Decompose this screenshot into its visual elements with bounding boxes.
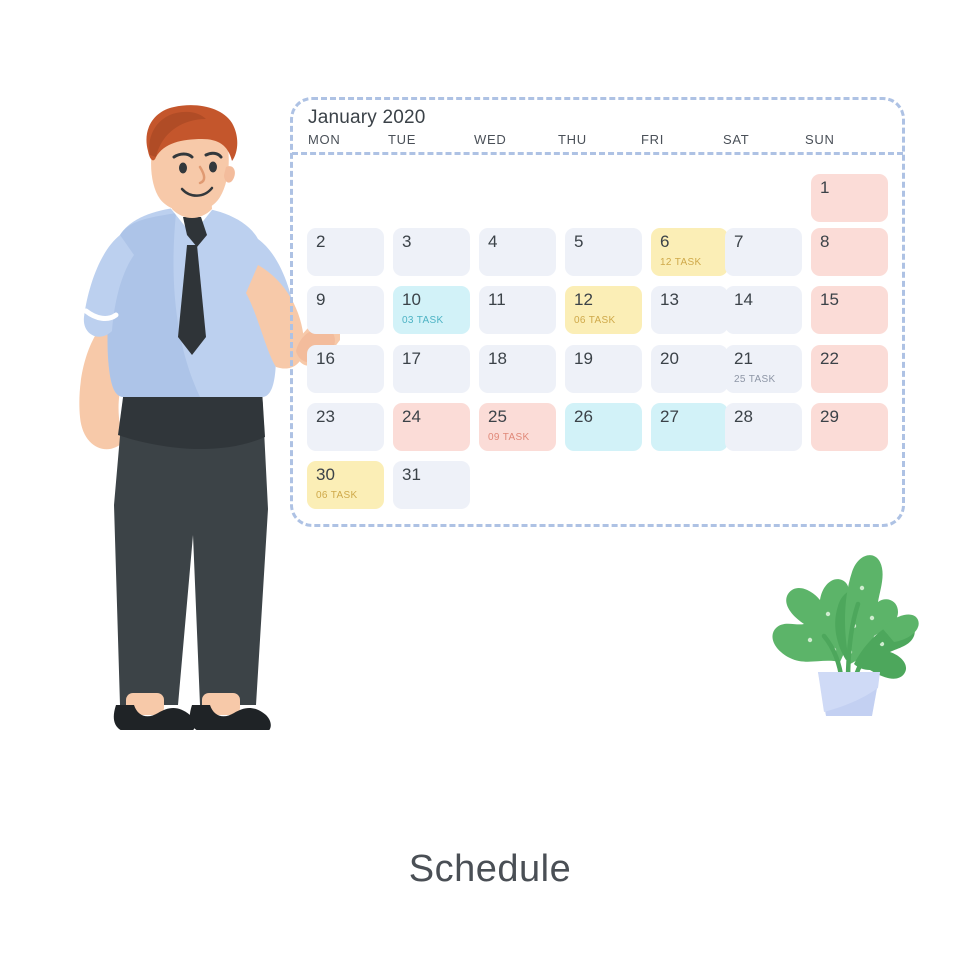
calendar-day-cell[interactable]: 21 25 TASK xyxy=(725,345,802,393)
calendar-day-cell[interactable]: 31 xyxy=(393,461,470,509)
calendar-day-cell[interactable]: 25 09 TASK xyxy=(479,403,556,451)
calendar-day-cell[interactable]: 9 xyxy=(307,286,384,334)
calendar-day-number: 24 xyxy=(402,407,421,426)
calendar-day-header-sun: SUN xyxy=(805,132,835,147)
calendar-day-cell[interactable]: 14 xyxy=(725,286,802,334)
calendar-day-number: 29 xyxy=(820,407,839,426)
calendar-day-header-mon: MON xyxy=(308,132,341,147)
calendar-day-number: 7 xyxy=(734,232,744,251)
calendar-day-cell[interactable]: 1 xyxy=(811,174,888,222)
calendar-day-number: 4 xyxy=(488,232,498,251)
calendar-day-task-count: 09 TASK xyxy=(488,432,530,443)
calendar-header-divider xyxy=(292,152,903,155)
calendar-day-cell[interactable]: 12 06 TASK xyxy=(565,286,642,334)
calendar-day-cell[interactable]: 8 xyxy=(811,228,888,276)
calendar-day-number: 9 xyxy=(316,290,326,309)
calendar-day-cell[interactable]: 17 xyxy=(393,345,470,393)
potted-plant-illustration xyxy=(772,555,919,716)
calendar-day-cell[interactable]: 28 xyxy=(725,403,802,451)
calendar-day-number: 18 xyxy=(488,349,507,368)
calendar-day-cell[interactable]: 29 xyxy=(811,403,888,451)
calendar-day-cell[interactable]: 13 xyxy=(651,286,728,334)
calendar-day-header-tue: TUE xyxy=(388,132,417,147)
calendar-day-number: 17 xyxy=(402,349,421,368)
calendar-day-number: 1 xyxy=(820,178,830,197)
calendar-day-cell[interactable]: 2 xyxy=(307,228,384,276)
calendar-month-title: January 2020 xyxy=(308,107,426,128)
calendar-day-header-thu: THU xyxy=(558,132,587,147)
calendar-day-number: 26 xyxy=(574,407,593,426)
calendar-day-number: 2 xyxy=(316,232,326,251)
calendar-day-number: 6 xyxy=(660,232,670,251)
calendar-day-number: 22 xyxy=(820,349,839,368)
calendar-day-header-wed: WED xyxy=(474,132,507,147)
calendar-day-cell[interactable]: 23 xyxy=(307,403,384,451)
calendar-day-number: 12 xyxy=(574,290,593,309)
calendar-day-number: 31 xyxy=(402,465,421,484)
calendar-day-number: 10 xyxy=(402,290,421,309)
calendar-day-cell[interactable]: 7 xyxy=(725,228,802,276)
calendar-day-task-count: 03 TASK xyxy=(402,315,444,326)
calendar-day-number: 30 xyxy=(316,465,335,484)
calendar-day-task-count: 06 TASK xyxy=(316,490,358,501)
calendar-day-cell[interactable]: 24 xyxy=(393,403,470,451)
calendar-day-cell[interactable]: 19 xyxy=(565,345,642,393)
calendar-day-number: 27 xyxy=(660,407,679,426)
calendar-day-number: 20 xyxy=(660,349,679,368)
calendar-day-cell[interactable]: 5 xyxy=(565,228,642,276)
calendar-day-number: 19 xyxy=(574,349,593,368)
calendar-day-number: 8 xyxy=(820,232,830,251)
calendar-day-number: 16 xyxy=(316,349,335,368)
calendar-day-number: 14 xyxy=(734,290,753,309)
calendar-day-number: 11 xyxy=(488,290,506,309)
calendar-day-cell[interactable]: 6 12 TASK xyxy=(651,228,728,276)
calendar-day-cell[interactable]: 18 xyxy=(479,345,556,393)
calendar-day-header-sat: SAT xyxy=(723,132,750,147)
calendar-day-number: 15 xyxy=(820,290,839,309)
calendar-day-cell[interactable]: 16 xyxy=(307,345,384,393)
calendar-day-cell[interactable]: 26 xyxy=(565,403,642,451)
calendar-day-number: 5 xyxy=(574,232,584,251)
calendar-day-cell[interactable]: 11 xyxy=(479,286,556,334)
calendar-day-task-count: 25 TASK xyxy=(734,374,776,385)
calendar-day-number: 13 xyxy=(660,290,679,309)
calendar-day-number: 3 xyxy=(402,232,412,251)
calendar-day-header-fri: FRI xyxy=(641,132,665,147)
calendar-day-cell[interactable]: 3 xyxy=(393,228,470,276)
calendar-day-number: 28 xyxy=(734,407,753,426)
page-title: Schedule xyxy=(408,848,572,890)
calendar-day-task-count: 06 TASK xyxy=(574,315,616,326)
calendar-day-number: 25 xyxy=(488,407,507,426)
calendar-day-cell[interactable]: 20 xyxy=(651,345,728,393)
calendar-day-cell[interactable]: 4 xyxy=(479,228,556,276)
calendar-day-cell[interactable]: 30 06 TASK xyxy=(307,461,384,509)
calendar-day-task-count: 12 TASK xyxy=(660,257,702,268)
calendar-day-number: 23 xyxy=(316,407,335,426)
calendar-day-cell[interactable]: 15 xyxy=(811,286,888,334)
calendar-day-cell[interactable]: 22 xyxy=(811,345,888,393)
illustration-canvas: January 2020 MON TUE WED THU FRI SAT SUN 12345… xyxy=(0,0,980,980)
calendar-day-number: 21 xyxy=(734,349,753,368)
calendar-day-cell[interactable]: 10 03 TASK xyxy=(393,286,470,334)
calendar-day-cell[interactable]: 27 xyxy=(651,403,728,451)
